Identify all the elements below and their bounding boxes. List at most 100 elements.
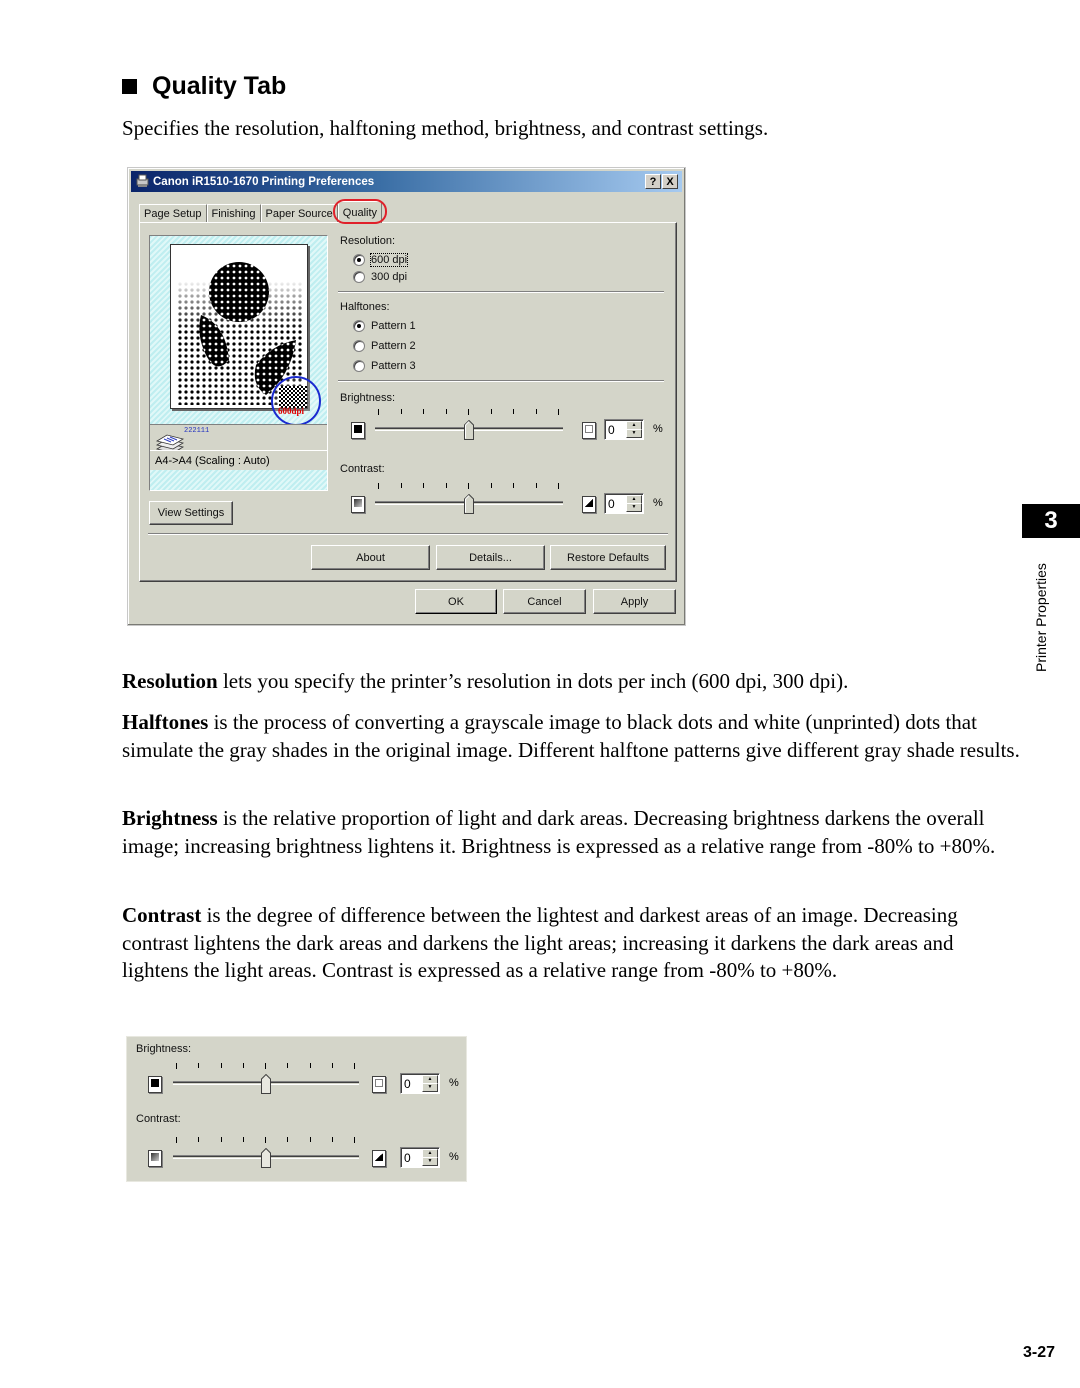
light-page-icon <box>582 422 596 439</box>
help-button[interactable]: ? <box>645 174 661 189</box>
scaling-text: A4->A4 (Scaling : Auto) <box>150 450 327 470</box>
paragraph-halftones: Halftones is the process of converting a… <box>122 709 1022 764</box>
tab-strip: Page Setup Finishing Paper Source Qualit… <box>139 199 388 224</box>
radio-label: Pattern 2 <box>371 340 416 352</box>
contrast-unit: % <box>449 1151 459 1163</box>
brightness-spinbox[interactable]: 0 ▲ ▼ <box>604 419 644 440</box>
dark-page-icon <box>351 422 365 439</box>
preview-info: 222111 A4->A4 (Scaling : Auto) <box>150 424 327 470</box>
tab-label: Page Setup <box>144 208 202 220</box>
tick-mark <box>331 1137 333 1142</box>
radio-button[interactable] <box>353 320 365 332</box>
brightness-contrast-detail: Brightness: 0 ▲ ▼ % Contrast: 0 ▲ ▼ % <box>126 1036 467 1182</box>
about-button[interactable]: About <box>311 545 430 570</box>
brightness-label: Brightness: <box>136 1043 192 1055</box>
radio-button[interactable] <box>353 254 365 266</box>
tick-mark <box>400 409 402 414</box>
tab-label: Paper Source <box>265 208 333 220</box>
radio-pattern-1[interactable]: Pattern 1 <box>353 320 416 332</box>
chapter-number: 3 <box>1022 504 1080 538</box>
heading-text: Quality Tab <box>152 72 287 100</box>
brightness-value: 0 <box>608 423 615 437</box>
brightness-unit: % <box>449 1077 459 1089</box>
brightness-slider-thumb[interactable] <box>464 419 474 440</box>
tick-mark <box>378 409 379 415</box>
ok-button[interactable]: OK <box>415 589 497 614</box>
dialog-title: Canon iR1510-1670 Printing Preferences <box>153 175 375 188</box>
print-preview: 600dpi 222111 A4->A4 (Scaling : Auto) <box>149 235 328 491</box>
spin-down-icon[interactable]: ▼ <box>626 503 642 512</box>
contrast-slider-thumb[interactable] <box>261 1147 271 1168</box>
description: lets you specify the printer’s resolutio… <box>217 669 849 693</box>
halftones-label: Halftones: <box>340 301 390 313</box>
tick-mark <box>309 1063 311 1068</box>
spin-down-icon[interactable]: ▼ <box>422 1157 438 1166</box>
contrast-slider-thumb[interactable] <box>464 493 474 514</box>
high-contrast-icon <box>372 1150 386 1167</box>
separator <box>148 533 668 535</box>
contrast-spinbox[interactable]: 0 ▲ ▼ <box>400 1147 440 1168</box>
tick-mark <box>176 1137 177 1143</box>
description: is the degree of difference between the … <box>122 903 958 982</box>
brightness-spinbox[interactable]: 0 ▲ ▼ <box>400 1073 440 1094</box>
spin-down-icon[interactable]: ▼ <box>626 429 642 438</box>
dark-page-icon <box>148 1076 162 1093</box>
paragraph-contrast: Contrast is the degree of difference bet… <box>122 902 1022 985</box>
tick-mark <box>423 483 424 488</box>
radio-pattern-2[interactable]: Pattern 2 <box>353 340 416 352</box>
tick-mark <box>331 1063 333 1068</box>
description: is the process of converting a grayscale… <box>122 710 1020 762</box>
cancel-button[interactable]: Cancel <box>503 589 586 614</box>
chapter-label: Printer Properties <box>1033 563 1049 672</box>
view-settings-button[interactable]: View Settings <box>149 501 233 525</box>
term: Resolution <box>122 669 218 693</box>
tick-mark <box>242 1137 244 1142</box>
description: is the relative proportion of light and … <box>122 806 996 858</box>
radio-300dpi[interactable]: 300 dpi <box>353 271 407 283</box>
tick-mark <box>198 1137 200 1142</box>
brightness-value: 0 <box>404 1077 411 1091</box>
tick-mark <box>535 409 537 414</box>
tab-finishing[interactable]: Finishing <box>206 204 261 223</box>
section-heading: Quality Tab <box>122 72 286 101</box>
brightness-slider-thumb[interactable] <box>261 1073 271 1094</box>
radio-button[interactable] <box>353 271 365 283</box>
radio-pattern-3[interactable]: Pattern 3 <box>353 360 416 372</box>
contrast-value: 0 <box>608 497 615 511</box>
tick-mark <box>490 483 492 488</box>
tick-mark <box>287 1063 289 1068</box>
tick-mark <box>176 1063 177 1069</box>
radio-label: 300 dpi <box>371 271 408 283</box>
brightness-unit: % <box>653 423 663 435</box>
copies-indicator: 222111 <box>184 427 210 435</box>
apply-button[interactable]: Apply <box>593 589 676 614</box>
details-button[interactable]: Details... <box>436 545 545 570</box>
badge-text: 600dpi <box>278 406 305 416</box>
contrast-unit: % <box>653 497 663 509</box>
contrast-ticks <box>176 1137 355 1143</box>
printer-icon <box>136 174 149 187</box>
resolution-badge: 600dpi <box>271 376 321 426</box>
radio-button[interactable] <box>353 360 365 372</box>
tab-label: Finishing <box>211 208 256 220</box>
tick-mark <box>513 483 514 488</box>
tab-quality[interactable]: Quality <box>332 199 388 224</box>
tick-mark <box>445 409 447 414</box>
low-contrast-icon <box>148 1150 162 1167</box>
restore-defaults-button[interactable]: Restore Defaults <box>550 545 666 570</box>
tick-mark <box>468 483 469 489</box>
radio-600dpi[interactable]: 600 dpi <box>353 253 409 267</box>
spin-down-icon[interactable]: ▼ <box>422 1083 438 1092</box>
close-button[interactable]: X <box>662 174 678 189</box>
radio-label: Pattern 3 <box>371 360 416 372</box>
paragraph-resolution: Resolution lets you specify the printer’… <box>122 668 1022 696</box>
tab-page-setup[interactable]: Page Setup <box>139 204 207 223</box>
radio-button[interactable] <box>353 340 365 352</box>
contrast-spinbox[interactable]: 0 ▲ ▼ <box>604 493 644 514</box>
brightness-label: Brightness: <box>340 392 396 404</box>
separator <box>338 380 664 382</box>
tick-mark <box>445 483 447 488</box>
tick-mark <box>558 409 559 415</box>
tab-paper-source[interactable]: Paper Source <box>260 204 338 223</box>
term: Halftones <box>122 710 209 734</box>
